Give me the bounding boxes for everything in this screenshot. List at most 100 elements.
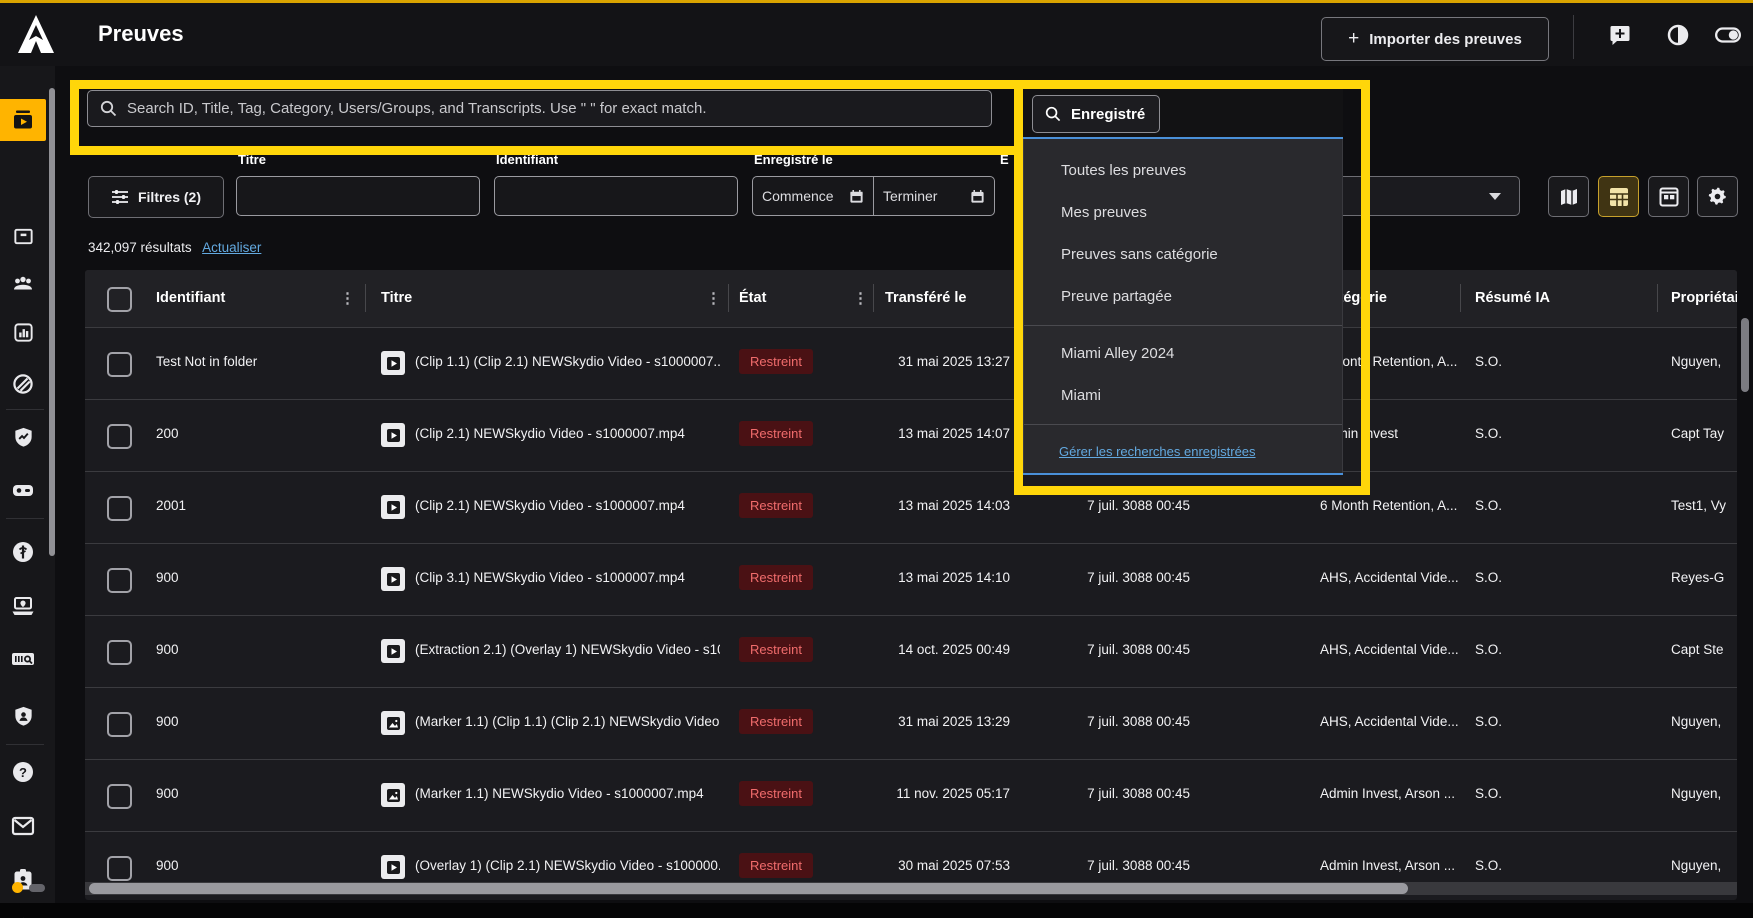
row-checkbox[interactable] [107,640,132,665]
cell-identifiant: 900 [156,786,179,801]
sidebar-item-messages[interactable] [0,805,46,847]
sidebar-page-dots[interactable] [12,882,45,893]
sidebar-item-signal[interactable] [0,531,46,573]
accent-top-line [0,0,1753,3]
cell-proprietaire: Nguyen, [1671,858,1737,873]
cell-transfere-le: 11 nov. 2025 05:17 [875,786,1010,801]
cell-transfere-le: 31 mai 2025 13:27 [875,354,1010,369]
cell-identifiant: 200 [156,426,179,441]
table-row: 900(Clip 3.1) NEWSkydio Video - s1000007… [85,543,1737,615]
cell-identifiant: 900 [156,858,179,873]
video-thumbnail-icon[interactable] [381,423,405,447]
manage-saved-searches-link[interactable]: Gérer les recherches enregistrées [1059,444,1256,459]
saved-search-menu-item[interactable]: Toutes les preuves [1024,149,1342,191]
sidebar-item-guardian[interactable] [0,695,46,737]
row-checkbox[interactable] [107,352,132,377]
cell-resume-ia: S.O. [1475,570,1502,585]
settings-button[interactable] [1697,176,1738,217]
column-menu-icon[interactable]: ⋮ [853,289,868,307]
feedback-icon[interactable] [1607,23,1633,47]
sidebar-item-barcode-search[interactable] [0,638,46,680]
saved-search-menu-item[interactable]: Miami Alley 2024 [1024,332,1342,374]
cell-identifiant: 900 [156,714,179,729]
video-thumbnail-icon[interactable] [381,855,405,879]
row-checkbox[interactable] [107,712,132,737]
header-resume-ia[interactable]: Résumé IA [1475,290,1550,306]
titre-filter-label: Titre [238,152,266,167]
search-placeholder: Search ID, Title, Tag, Category, Users/G… [127,100,707,117]
column-divider [1460,284,1461,312]
start-date-input[interactable]: Commence [753,177,874,215]
horizontal-scrollbar-thumb[interactable] [89,883,1408,894]
saved-search-menu-item[interactable]: Preuves sans catégorie [1024,233,1342,275]
video-thumbnail-icon[interactable] [381,495,405,519]
video-thumbnail-icon[interactable] [381,351,405,375]
contrast-icon[interactable] [1665,23,1691,47]
map-view-button[interactable] [1548,176,1589,217]
inactive-dot [29,884,45,892]
saved-search-button[interactable]: Enregistré [1032,95,1160,133]
search-input[interactable]: Search ID, Title, Tag, Category, Users/G… [87,90,992,127]
cell-titre[interactable]: (Marker 1.1) (Clip 1.1) (Clip 2.1) NEWSk… [415,714,720,729]
sidebar-item-redaction[interactable] [0,363,46,405]
sidebar-item-help[interactable]: ? [0,751,46,793]
cell-titre[interactable]: (Clip 2.1) NEWSkydio Video - s1000007.mp… [415,498,720,513]
cell-resume-ia: S.O. [1475,642,1502,657]
row-checkbox[interactable] [107,856,132,881]
cell-date-secondary: 7 juil. 3088 00:45 [1040,642,1190,657]
row-checkbox[interactable] [107,568,132,593]
saved-search-menu-item[interactable]: Miami [1024,374,1342,416]
import-evidence-button[interactable]: + Importer des preuves [1321,17,1549,61]
sidebar-item-cases[interactable] [0,215,46,257]
sidebar-item-performance[interactable] [0,416,46,458]
sidebar-item-evidence[interactable] [0,99,46,141]
table-view-button[interactable] [1598,176,1639,217]
cell-titre[interactable]: (Clip 2.1) NEWSkydio Video - s1000007.mp… [415,426,720,441]
column-menu-icon[interactable]: ⋮ [340,289,355,307]
image-thumbnail-icon[interactable] [381,783,405,807]
sidebar-item-admin[interactable] [0,906,46,918]
cell-date-secondary: 7 juil. 3088 00:45 [1040,786,1190,801]
cell-identifiant: 2001 [156,498,186,513]
axon-logo-icon[interactable] [16,13,56,57]
header-transfere-le[interactable]: Transféré le [885,290,966,306]
sidebar-item-laptop-location[interactable] [0,585,46,627]
saved-search-menu-item[interactable]: Mes preuves [1024,191,1342,233]
header-titre[interactable]: Titre [381,290,412,306]
saved-search-menu-item[interactable]: Preuve partagée [1024,275,1342,317]
results-count: 342,097 résultats [88,240,192,255]
theme-toggle[interactable] [1715,23,1741,47]
image-thumbnail-icon[interactable] [381,711,405,735]
titre-filter-input[interactable] [236,176,480,216]
row-checkbox[interactable] [107,496,132,521]
sidebar-item-analytics[interactable] [0,311,46,353]
refresh-link[interactable]: Actualiser [202,240,261,255]
card-view-button[interactable] [1648,176,1689,217]
cell-titre[interactable]: (Marker 1.1) NEWSkydio Video - s1000007.… [415,786,720,801]
header-etat[interactable]: État [739,290,766,306]
header-identifiant[interactable]: Identifiant [156,290,225,306]
sidebar-item-users[interactable] [0,263,46,305]
calendar-icon [849,189,864,204]
cell-titre[interactable]: (Clip 3.1) NEWSkydio Video - s1000007.mp… [415,570,720,585]
etat-filter-label: É [1000,152,1009,167]
video-thumbnail-icon[interactable] [381,567,405,591]
saved-search-dropdown: Enregistré Toutes les preuvesMes preuves… [1023,89,1343,475]
vertical-scrollbar-thumb[interactable] [1741,318,1749,392]
sidebar-item-personnel[interactable] [0,859,46,901]
status-badge: Restreint [739,421,813,446]
header-proprietaire[interactable]: Propriétaire [1671,290,1737,306]
identifiant-filter-input[interactable] [494,176,738,216]
cell-titre[interactable]: (Overlay 1) (Clip 2.1) NEWSkydio Video -… [415,858,720,873]
video-thumbnail-icon[interactable] [381,639,405,663]
row-checkbox[interactable] [107,424,132,449]
select-all-checkbox[interactable] [107,287,132,312]
cell-titre[interactable]: (Extraction 2.1) (Overlay 1) NEWSkydio V… [415,642,720,657]
sidebar-item-body-camera[interactable] [0,470,46,512]
column-menu-icon[interactable]: ⋮ [706,289,721,307]
row-checkbox[interactable] [107,784,132,809]
end-date-input[interactable]: Terminer [874,177,994,215]
cell-resume-ia: S.O. [1475,858,1502,873]
filters-button[interactable]: Filtres (2) [88,176,224,218]
cell-titre[interactable]: (Clip 1.1) (Clip 2.1) NEWSkydio Video - … [415,354,720,369]
